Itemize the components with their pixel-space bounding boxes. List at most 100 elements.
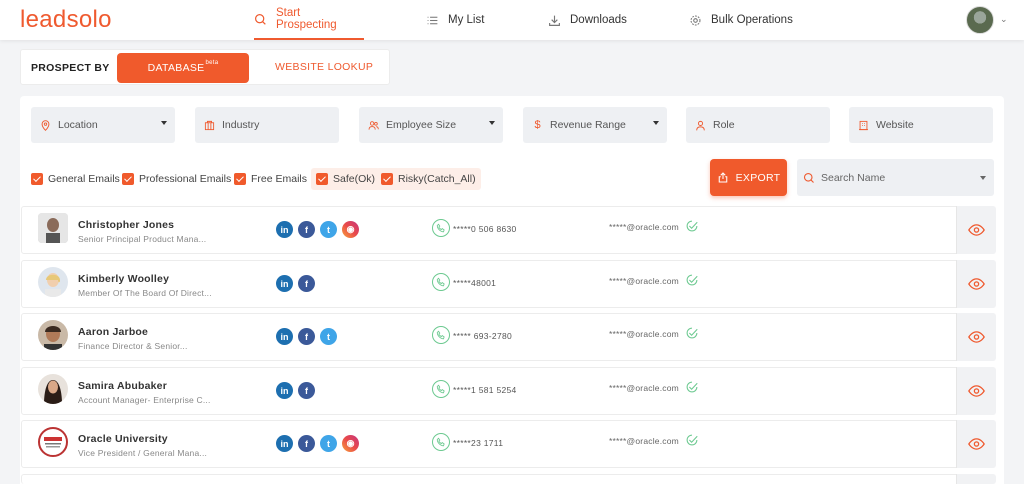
contact-phone: *****0 506 8630 (453, 224, 517, 234)
filter-label: Employee Size (386, 119, 457, 131)
social-links: in f t ◉ (276, 221, 359, 238)
caret-down-icon (161, 121, 167, 125)
search-name-input[interactable]: Search Name (797, 159, 994, 196)
industry-filter[interactable]: Industry (195, 107, 339, 143)
contact-email: *****@oracle.com (609, 222, 679, 232)
twitter-icon[interactable]: t (320, 328, 337, 345)
view-contact-button[interactable] (956, 206, 996, 254)
avatar (38, 374, 68, 404)
facebook-icon[interactable]: f (298, 275, 315, 292)
checkbox-label: Safe(Ok) (333, 173, 376, 185)
filter-label: Website (876, 119, 914, 131)
instagram-icon[interactable]: ◉ (342, 221, 359, 238)
risky-catch-all-checkbox[interactable]: Risky(Catch_All) (376, 168, 481, 190)
eye-icon (968, 438, 985, 450)
verified-check-icon (686, 381, 698, 393)
contact-row[interactable]: Kimberly Woolley Member Of The Board Of … (21, 260, 996, 308)
export-label: EXPORT (735, 171, 781, 184)
contact-row-partial (21, 474, 996, 484)
instagram-icon[interactable]: ◉ (342, 435, 359, 452)
website-lookup-tab-button[interactable]: WEBSITE LOOKUP (275, 61, 373, 73)
nav-bulk-operations[interactable]: Bulk Operations (689, 0, 793, 40)
phone-icon (432, 433, 450, 451)
contact-email: *****@oracle.com (609, 436, 679, 446)
verified-check-icon (686, 434, 698, 446)
contact-title: Member Of The Board Of Direct... (78, 288, 212, 298)
chevron-down-icon[interactable]: ⌄ (1000, 14, 1008, 25)
caret-down-icon (980, 176, 986, 180)
results-panel: Location Industry Employee Size $ Revenu… (20, 96, 1004, 484)
contact-name[interactable]: Christopher Jones (78, 219, 174, 231)
linkedin-icon[interactable]: in (276, 435, 293, 452)
export-button[interactable]: EXPORT (710, 159, 787, 196)
location-pin-icon (41, 119, 50, 131)
website-filter[interactable]: Website (849, 107, 993, 143)
search-icon (255, 13, 266, 25)
contact-title: Finance Director & Senior... (78, 341, 188, 351)
nav-downloads[interactable]: Downloads (548, 0, 627, 40)
nav-label: Start Prospecting (275, 7, 337, 31)
contact-row[interactable]: Oracle University Vice President / Gener… (21, 420, 996, 468)
contact-name[interactable]: Samira Abubaker (78, 380, 167, 392)
avatar (38, 213, 68, 243)
general-emails-checkbox[interactable]: General Emails (31, 171, 120, 187)
export-icon (718, 172, 727, 183)
phone-icon (432, 326, 450, 344)
eye-icon (968, 278, 985, 290)
oracle-university-logo (38, 427, 68, 457)
twitter-icon[interactable]: t (320, 435, 337, 452)
checkbox-label: Free Emails (251, 173, 308, 185)
view-contact-button[interactable] (956, 260, 996, 308)
avatar (38, 267, 68, 297)
contact-name[interactable]: Kimberly Woolley (78, 273, 169, 285)
user-avatar[interactable] (966, 6, 994, 34)
facebook-icon[interactable]: f (298, 435, 315, 452)
checkbox-checked-icon (122, 173, 134, 185)
linkedin-icon[interactable]: in (276, 382, 293, 399)
linkedin-icon[interactable]: in (276, 275, 293, 292)
professional-emails-checkbox[interactable]: Professional Emails (122, 171, 231, 187)
free-emails-checkbox[interactable]: Free Emails (234, 171, 307, 187)
database-label: DATABASE (147, 62, 205, 74)
caret-down-icon (489, 121, 495, 125)
download-icon (549, 15, 560, 26)
phone-icon (432, 219, 450, 237)
industry-icon (204, 120, 215, 130)
contact-name[interactable]: Aaron Jarboe (78, 326, 148, 338)
contact-name[interactable]: Oracle University (78, 433, 168, 445)
nav-my-list[interactable]: My List (426, 0, 484, 40)
linkedin-icon[interactable]: in (276, 221, 293, 238)
checkbox-checked-icon (316, 173, 328, 185)
social-links: in f t (276, 328, 337, 345)
beta-badge: beta (205, 60, 219, 66)
location-filter[interactable]: Location (31, 107, 175, 143)
phone-icon (432, 273, 450, 291)
role-filter[interactable]: Role (686, 107, 830, 143)
employee-size-filter[interactable]: Employee Size (359, 107, 503, 143)
view-contact-button[interactable] (956, 313, 996, 361)
facebook-icon[interactable]: f (298, 328, 315, 345)
contact-row[interactable]: Aaron Jarboe Finance Director & Senior..… (21, 313, 996, 361)
nav-start-prospecting[interactable]: Start Prospecting (254, 0, 364, 40)
view-contact-button[interactable] (956, 474, 996, 484)
search-icon (803, 172, 814, 183)
verified-check-icon (686, 220, 698, 232)
view-contact-button[interactable] (956, 420, 996, 468)
facebook-icon[interactable]: f (298, 382, 315, 399)
search-placeholder: Search Name (821, 171, 886, 184)
view-contact-button[interactable] (956, 367, 996, 415)
contact-row[interactable]: Samira Abubaker Account Manager- Enterpr… (21, 367, 996, 415)
person-icon (696, 120, 705, 130)
linkedin-icon[interactable]: in (276, 328, 293, 345)
contact-row[interactable]: Christopher Jones Senior Principal Produ… (21, 206, 996, 254)
contact-email: *****@oracle.com (609, 383, 679, 393)
database-tab-button[interactable]: DATABASE beta (117, 53, 249, 83)
verified-check-icon (686, 274, 698, 286)
revenue-range-filter[interactable]: $ Revenue Range (523, 107, 667, 143)
twitter-icon[interactable]: t (320, 221, 337, 238)
facebook-icon[interactable]: f (298, 221, 315, 238)
leadsolo-logo[interactable]: leadsolo (20, 6, 112, 34)
checkbox-checked-icon (381, 173, 393, 185)
contact-phone: *****1 581 5254 (453, 385, 517, 395)
safe-ok-checkbox[interactable]: Safe(Ok) (311, 168, 381, 190)
